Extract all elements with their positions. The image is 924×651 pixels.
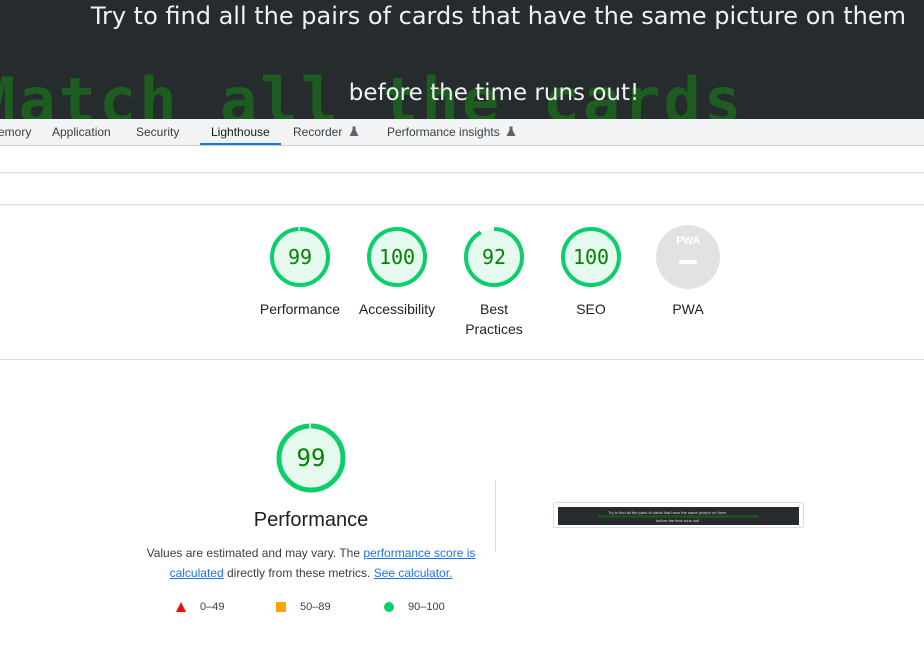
gauge-label-performance[interactable]: Performance	[245, 299, 355, 319]
pwa-dash-icon	[679, 260, 697, 264]
flask-icon	[506, 126, 516, 136]
banner-instructions-line1: Try to find all the pairs of cards that …	[90, 2, 906, 30]
legend-fail-range: 0–49	[200, 601, 225, 613]
gauge-label-best-practices[interactable]: Best Practices	[455, 299, 533, 339]
see-calculator-link[interactable]: See calculator.	[374, 566, 453, 580]
score-value: 92	[481, 245, 507, 269]
thumbnail-image: Try to find all the pairs of cards that …	[558, 507, 799, 525]
divider	[0, 172, 924, 173]
tab-lighthouse[interactable]: Lighthouse	[200, 119, 281, 145]
vertical-divider	[495, 480, 496, 552]
gauge-seo[interactable]: 100	[559, 225, 623, 289]
tab-security[interactable]: Security	[136, 119, 179, 145]
pass-circle-icon	[384, 602, 394, 612]
desc-text: Values are estimated and may vary. The	[146, 546, 364, 560]
score-value: 99	[287, 245, 313, 269]
thumbnail-line2: before the time runs out!	[656, 518, 700, 523]
tab-application[interactable]: Application	[52, 119, 111, 145]
tab-performance-insights-label: Performance insights	[387, 125, 500, 139]
average-square-icon	[276, 602, 286, 612]
gauge-label-pwa[interactable]: PWA	[633, 299, 743, 319]
divider	[0, 204, 924, 205]
flask-icon	[349, 126, 359, 136]
score-value: 100	[572, 245, 610, 269]
gauge-best-practices[interactable]: 92	[462, 225, 526, 289]
score-value: 100	[378, 245, 416, 269]
divider	[0, 359, 924, 360]
pwa-badge-icon: PWA	[676, 235, 700, 247]
performance-title: Performance	[253, 509, 369, 531]
devtools-tab-bar: Memory Application Security Lighthouse R…	[0, 119, 924, 146]
page-banner: Match all the cards Try to find all the …	[0, 0, 924, 119]
legend-average-range: 50–89	[300, 601, 331, 613]
fail-triangle-icon	[176, 602, 186, 612]
gauge-performance[interactable]: 99	[268, 225, 332, 289]
performance-score-value: 99	[296, 444, 326, 472]
tab-memory[interactable]: Memory	[0, 119, 31, 145]
legend-pass-range: 90–100	[408, 601, 445, 613]
gauge-accessibility[interactable]: 100	[365, 225, 429, 289]
gauge-label-seo[interactable]: SEO	[536, 299, 646, 319]
gauge-pwa[interactable]: PWA	[656, 225, 720, 289]
tab-recorder[interactable]: Recorder	[293, 119, 359, 145]
thumbnail-line1: Try to find all the pairs of cards that …	[608, 510, 727, 515]
tab-recorder-label: Recorder	[293, 125, 343, 139]
banner-instructions-line2: before the time runs out!	[348, 80, 640, 106]
performance-score-gauge: 99	[275, 422, 347, 494]
final-screenshot-thumbnail[interactable]: Try to find all the pairs of cards that …	[553, 502, 804, 528]
tab-performance-insights[interactable]: Performance insights	[387, 119, 516, 145]
gauge-label-accessibility[interactable]: Accessibility	[342, 299, 452, 319]
desc-text: directly from these metrics.	[223, 566, 374, 580]
performance-description: Values are estimated and may vary. The p…	[145, 543, 477, 583]
